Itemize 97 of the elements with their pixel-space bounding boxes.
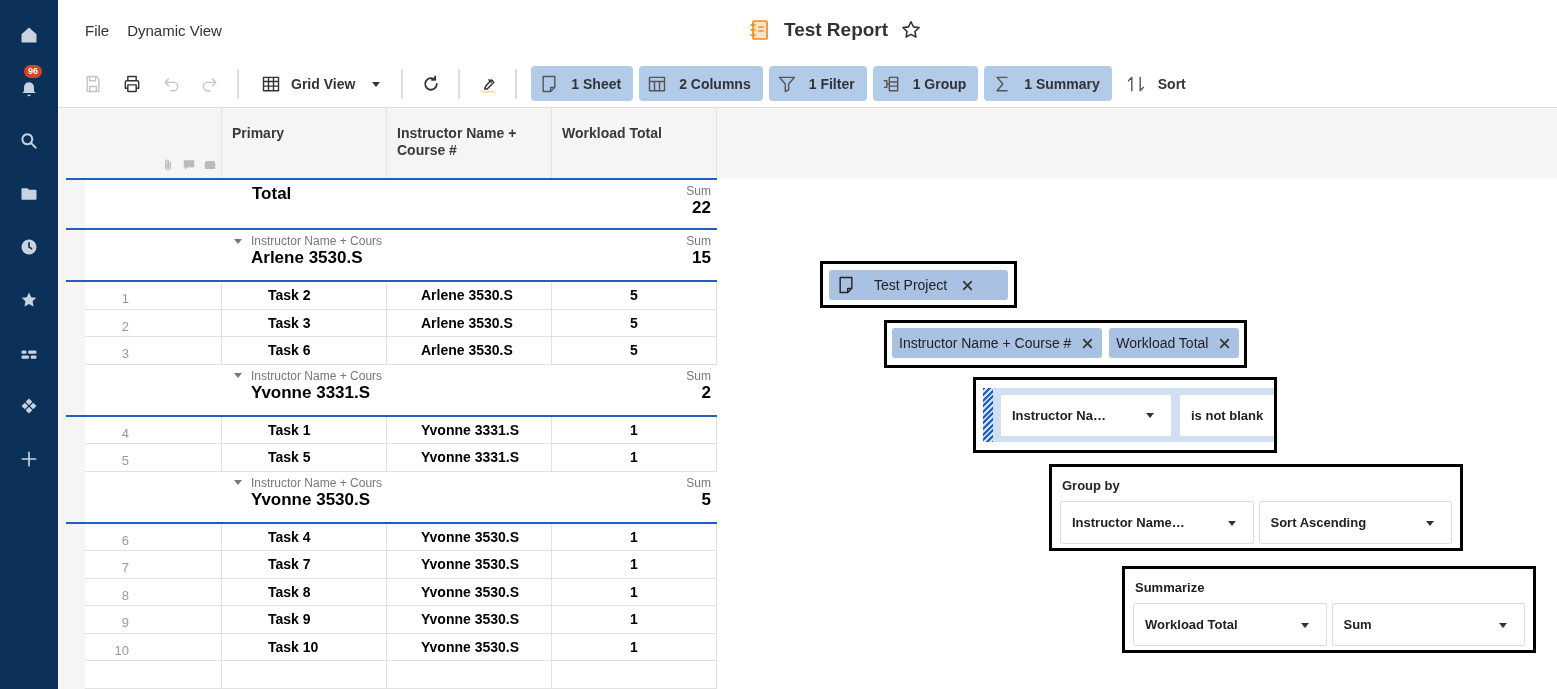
row-number: 4: [85, 416, 222, 445]
table-cell: Task 6: [222, 337, 387, 365]
menu-item[interactable]: Dynamic View: [127, 21, 222, 39]
summary-value: 15: [692, 248, 711, 269]
total-label: Total: [252, 184, 292, 204]
table-cell: Task 3: [222, 309, 387, 338]
search-icon[interactable]: [19, 131, 39, 151]
summary-value: 2: [701, 382, 711, 403]
table-cell: Arlene 3530.S: [387, 337, 552, 365]
caret-icon: [1498, 620, 1508, 629]
tag-chip[interactable]: Workload Total: [1109, 328, 1240, 358]
sort-button[interactable]: Sort: [1117, 66, 1198, 101]
summary-value: 22: [692, 198, 711, 218]
tag-chip[interactable]: Test Project: [829, 270, 1008, 300]
row-number: 10: [85, 634, 222, 662]
tag-chip[interactable]: Instructor Name + Course #: [892, 328, 1103, 358]
summary-value: 5: [701, 489, 711, 510]
table-cell: Task 1: [222, 416, 387, 445]
dropdown[interactable]: Sum: [1331, 603, 1525, 646]
group-name: Yvonne 3331.S: [251, 382, 372, 403]
table-cell: Yvonne 3331.S: [387, 416, 552, 445]
group-caption: Instructor Name + Cours: [251, 368, 383, 383]
dropdown[interactable]: is not blank: [1179, 393, 1274, 437]
group-chip[interactable]: 1 Group: [872, 66, 979, 101]
notification-badge: 96: [24, 65, 42, 78]
row-number: 3: [85, 337, 222, 365]
table-cell: Arlene 3530.S: [387, 309, 552, 338]
group-name: Yvonne 3530.S: [251, 489, 372, 510]
plus-icon[interactable]: [19, 449, 39, 469]
star-icon[interactable]: [900, 19, 923, 41]
table-cell: 1: [552, 444, 717, 472]
table-cell: Task 8: [222, 579, 387, 607]
group-caption: Instructor Name + Cours: [251, 475, 383, 490]
row-number: 6: [85, 524, 222, 552]
table-cell: 1: [552, 579, 717, 607]
close-icon[interactable]: [1081, 336, 1095, 350]
tray-icon: [203, 158, 217, 172]
row-number: 2: [85, 309, 222, 338]
table-cell: Arlene 3530.S: [387, 282, 552, 310]
filter-chip[interactable]: 1 Filter: [768, 66, 867, 101]
group-name: Arlene 3530.S: [251, 248, 364, 269]
table-cell: 1: [552, 634, 717, 662]
caret-icon[interactable]: [233, 236, 243, 246]
table-cell: 5: [552, 282, 717, 310]
table-cell: Task 2: [222, 282, 387, 310]
table-cell: 1: [552, 524, 717, 552]
menu-item[interactable]: File: [85, 21, 110, 39]
table-cell: Yvonne 3331.S: [387, 444, 552, 472]
group-caption: Instructor Name + Cours: [251, 234, 383, 249]
table-cell: 5: [552, 309, 717, 338]
table-cell: 1: [552, 606, 717, 634]
table-cell: Task 5: [222, 444, 387, 472]
comment-icon: [182, 158, 196, 172]
summary-label: Sum: [686, 368, 711, 383]
table-cell: Task 7: [222, 551, 387, 579]
clock-icon[interactable]: [19, 237, 39, 257]
home-icon[interactable]: [19, 25, 39, 45]
dropdown[interactable]: Instructor Name…: [1060, 501, 1254, 544]
table-cell: Yvonne 3530.S: [387, 606, 552, 634]
row-number: 9: [85, 606, 222, 634]
drag-handle[interactable]: [983, 388, 993, 442]
caret-icon: [1145, 411, 1155, 419]
sheets-chip[interactable]: 1 Sheet: [531, 66, 634, 101]
row-number: 1: [85, 282, 222, 310]
table-cell: Yvonne 3530.S: [387, 634, 552, 662]
table-cell: Yvonne 3530.S: [387, 551, 552, 579]
dropdown[interactable]: Sort Ascending: [1258, 501, 1452, 544]
report-title: Test Report: [783, 19, 889, 41]
summary-label: Sum: [686, 184, 711, 198]
table-cell: 1: [552, 416, 717, 445]
table-cell: 1: [552, 551, 717, 579]
close-icon[interactable]: [1218, 336, 1232, 350]
view-selector[interactable]: Grid View: [247, 66, 394, 101]
table-cell: Task 4: [222, 524, 387, 552]
caret-icon: [1226, 518, 1237, 527]
row-number: 8: [85, 579, 222, 607]
caret-icon: [1425, 518, 1435, 527]
summary-label: Sum: [686, 234, 711, 249]
columns-chip[interactable]: 2 Columns: [639, 66, 763, 101]
sheet-icon: [836, 275, 856, 295]
table-cell: Task 10: [222, 634, 387, 662]
summary-label: Sum: [686, 475, 711, 490]
table-cell: Yvonne 3530.S: [387, 524, 552, 552]
close-icon[interactable]: [961, 278, 975, 292]
section-title: Group by: [1062, 478, 1121, 493]
caret-icon: [371, 79, 382, 88]
table-cell: Yvonne 3530.S: [387, 579, 552, 607]
row-number: 5: [85, 444, 222, 472]
apps-icon[interactable]: [19, 396, 39, 416]
table-cell: 5: [552, 337, 717, 365]
dropdown[interactable]: Workload Total: [1133, 603, 1327, 646]
dropdown[interactable]: Instructor Na…: [1000, 393, 1172, 437]
section-title: Summarize: [1135, 580, 1206, 595]
row-number: 7: [85, 551, 222, 579]
table-cell: Task 9: [222, 606, 387, 634]
summary-chip[interactable]: 1 Summary: [984, 66, 1112, 101]
caret-icon: [1299, 620, 1310, 629]
